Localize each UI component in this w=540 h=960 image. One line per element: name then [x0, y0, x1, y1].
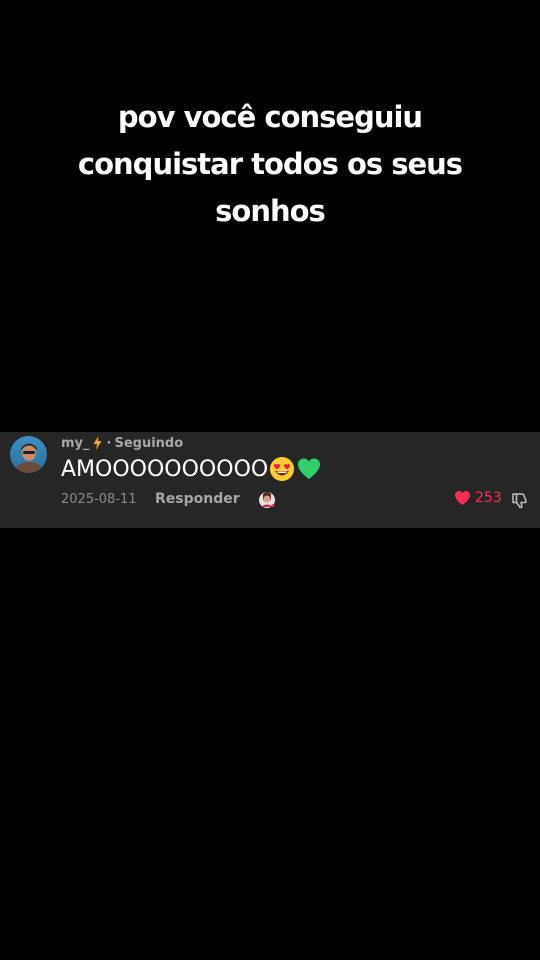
lightning-bolt-icon	[93, 436, 102, 450]
caption-line-3: sonhos	[215, 194, 326, 228]
caption-line-2: conquistar todos os seus	[77, 147, 463, 181]
meta-separator: ·	[106, 435, 112, 451]
video-caption: pov você conseguiu conquistar todos os s…	[40, 94, 500, 235]
comment-meta: my_ · Seguindo	[61, 434, 183, 452]
follow-status: Seguindo	[114, 435, 184, 451]
like-count: 253	[475, 490, 502, 506]
thumbs-down-icon[interactable]	[511, 491, 529, 509]
caption-line-1: pov você conseguiu	[117, 100, 423, 134]
comment-body: AMOOOOOOOOOO	[61, 454, 322, 484]
heart-eyes-emoji	[269, 456, 295, 482]
heart-icon	[455, 491, 470, 505]
comment-date: 2025-08-11	[61, 492, 137, 507]
comment-username[interactable]: my_	[61, 436, 90, 451]
like-button[interactable]: 253	[454, 490, 502, 506]
comment-card: my_ · Seguindo AMOOOOOOOOOO 2025-08-11 R…	[0, 432, 540, 528]
comment-text: AMOOOOOOOOOO	[61, 456, 269, 482]
green-heart-emoji	[296, 456, 322, 482]
creator-liked-avatar	[259, 492, 275, 508]
reply-button[interactable]: Responder	[155, 491, 240, 507]
commenter-avatar[interactable]	[10, 436, 47, 473]
